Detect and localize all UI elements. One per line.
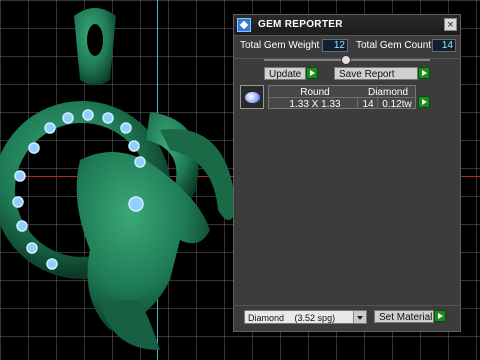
gem (128, 140, 140, 152)
gem (44, 122, 56, 134)
gem (12, 196, 24, 208)
gem (102, 112, 114, 124)
save-report-button-label: Save Report (339, 69, 395, 80)
table-cell-count: 14 (362, 99, 374, 110)
gem-table[interactable]: Round Diamond 1.33 X 1.33 14 0.12tw (268, 85, 416, 110)
set-material-button-label: Set Material (379, 312, 433, 323)
close-icon[interactable]: × (444, 18, 457, 31)
gem (62, 112, 74, 124)
update-button[interactable]: Update (264, 67, 306, 80)
gem-list: Round Diamond 1.33 X 1.33 14 0.12tw (240, 85, 454, 111)
gem (46, 258, 58, 270)
gem (26, 242, 38, 254)
gem (120, 122, 132, 134)
set-material-button[interactable]: Set Material (374, 310, 434, 323)
gem (128, 196, 144, 212)
panel-title: GEM REPORTER (258, 19, 343, 30)
update-button-label: Update (269, 69, 302, 80)
gem (28, 142, 40, 154)
table-cell-size: 1.33 X 1.33 (289, 99, 341, 110)
table-divider (377, 98, 378, 109)
total-gem-weight-label: Total Gem Weight (240, 40, 320, 51)
total-gem-count-label: Total Gem Count (356, 40, 432, 51)
play-icon[interactable] (418, 96, 430, 108)
play-icon[interactable] (418, 67, 430, 79)
panel-titlebar[interactable]: GEM REPORTER × (234, 15, 460, 36)
gem (14, 170, 26, 182)
material-select[interactable]: Diamond (3.52 spg) (244, 310, 367, 324)
save-report-button[interactable]: Save Report (334, 67, 418, 80)
material-select-value: Diamond (248, 313, 285, 323)
total-gem-count-value: 14 (432, 39, 456, 52)
app-icon (237, 18, 251, 32)
pendant-bail-hole (87, 24, 103, 56)
total-gem-weight-value: 12 (322, 39, 348, 52)
table-cell-weight: 0.12tw (382, 99, 412, 110)
pendant-model[interactable] (0, 0, 240, 360)
totals-row: Total Gem Weight 12 Total Gem Count 14 (238, 39, 456, 53)
chevron-down-icon[interactable] (353, 311, 366, 323)
play-icon[interactable] (306, 67, 318, 79)
gem (82, 109, 94, 121)
gem-reporter-panel: GEM REPORTER × Total Gem Weight 12 Total… (233, 14, 461, 332)
gem (16, 220, 28, 232)
material-bar: Diamond (3.52 spg) Set Material (234, 305, 460, 330)
material-select-detail: (3.52 spg) (294, 313, 336, 323)
gem-thumbnail-icon[interactable] (240, 85, 264, 109)
report-slider-knob[interactable] (341, 55, 351, 65)
gem (134, 156, 146, 168)
play-icon[interactable] (434, 310, 446, 322)
table-divider (357, 98, 358, 109)
table-divider (269, 97, 415, 98)
